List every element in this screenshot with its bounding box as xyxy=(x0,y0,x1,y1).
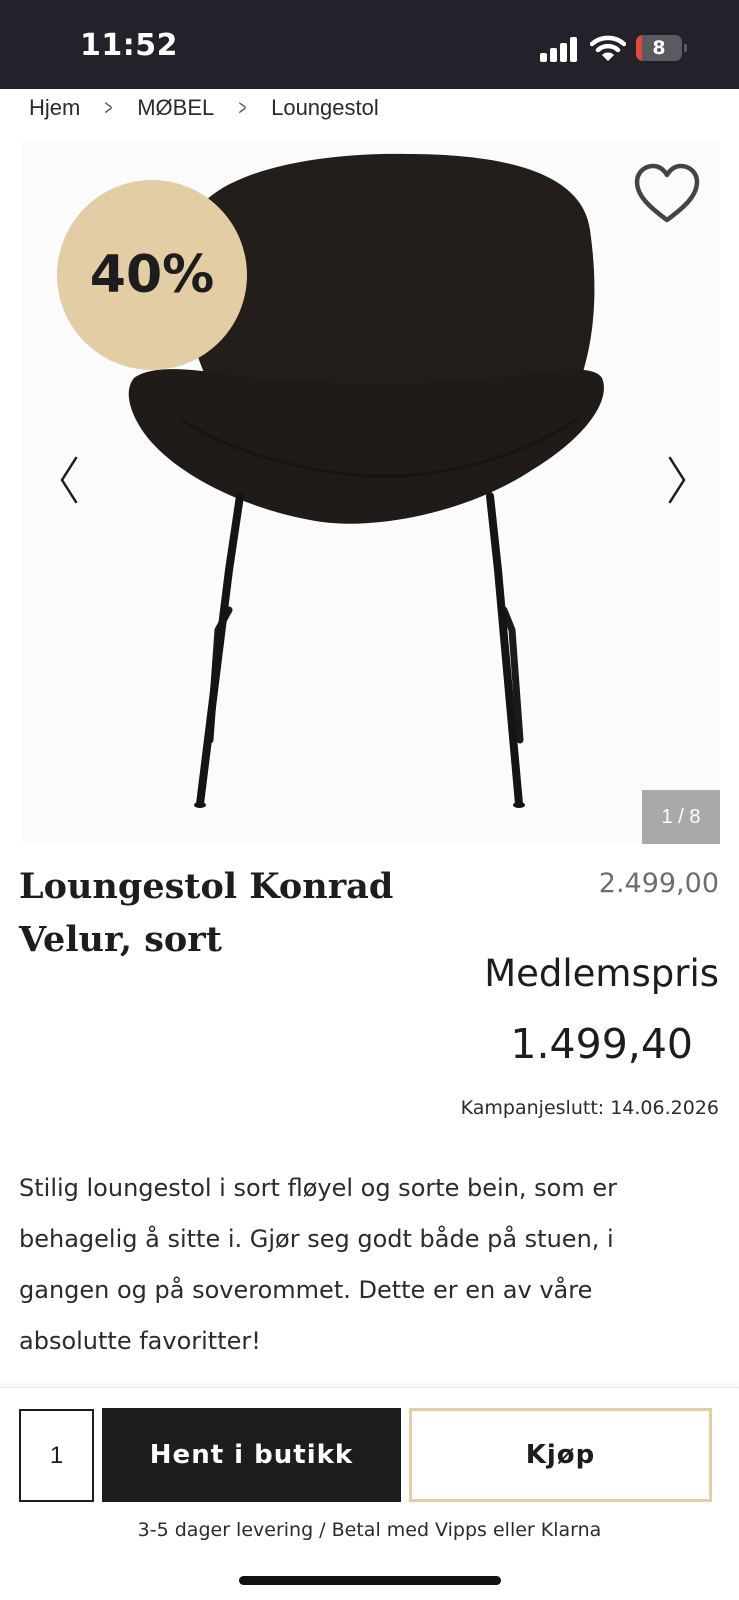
status-time: 11:52 xyxy=(80,28,178,63)
chevron-right-icon: > xyxy=(238,95,247,120)
discount-badge: 40% xyxy=(57,180,247,370)
status-bar: 11:52 8 xyxy=(0,0,739,89)
chevron-right-icon[interactable] xyxy=(664,450,694,510)
old-price: 2.499,00 xyxy=(598,868,719,899)
product-description: Stilig loungestol i sort fløyel og sorte… xyxy=(19,1174,618,1355)
battery-icon: 8 xyxy=(636,35,688,61)
member-price-label: Medlemspris xyxy=(484,952,719,995)
pickup-in-store-button[interactable]: Hent i butikk xyxy=(102,1408,401,1502)
product-image-gallery[interactable]: 40% 1 / 8 xyxy=(22,140,720,844)
product-title: Loungestol Konrad Velur, sort xyxy=(19,866,394,960)
wifi-icon xyxy=(590,35,626,61)
breadcrumb-loungestol[interactable]: Loungestol xyxy=(271,95,379,121)
campaign-end: Kampanjeslutt: 14.06.2026 xyxy=(460,1097,719,1119)
breadcrumb: Hjem > MØBEL > Loungestol xyxy=(29,92,379,124)
buy-button[interactable]: Kjøp xyxy=(409,1408,712,1502)
breadcrumb-home[interactable]: Hjem xyxy=(29,95,80,121)
member-price: 1.499,40 xyxy=(510,1020,693,1068)
battery-level: 8 xyxy=(652,37,666,59)
image-counter: 1 / 8 xyxy=(642,790,720,844)
chevron-left-icon[interactable] xyxy=(52,450,82,510)
delivery-info: 3-5 dager levering / Betal med Vipps ell… xyxy=(137,1519,602,1541)
breadcrumb-mobel[interactable]: MØBEL xyxy=(137,95,214,121)
action-bar: Hent i butikk Kjøp 3-5 dager levering / … xyxy=(0,1387,739,1600)
signal-icon xyxy=(540,36,578,62)
home-indicator xyxy=(239,1576,501,1585)
quantity-input[interactable] xyxy=(19,1409,94,1502)
discount-label: 40% xyxy=(89,245,215,305)
chevron-right-icon: > xyxy=(104,95,113,120)
heart-outline-icon[interactable] xyxy=(632,162,702,226)
